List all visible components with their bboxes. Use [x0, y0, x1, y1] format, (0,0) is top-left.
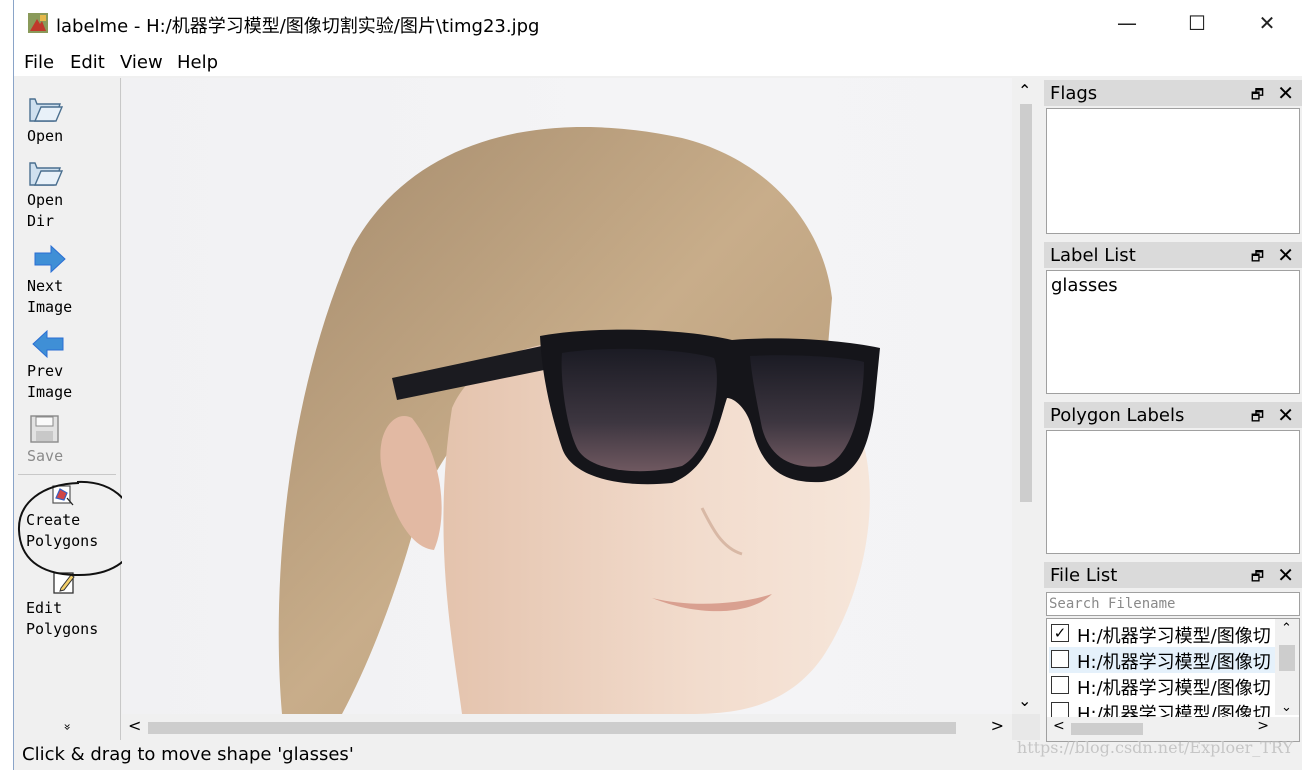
menu-file[interactable]: File [24, 52, 54, 73]
file-name: H:/机器学习模型/图像切 [1077, 626, 1271, 647]
flags-float-icon[interactable]: 🗗 [1251, 84, 1264, 108]
open-dir-button[interactable]: Open Dir [14, 158, 120, 232]
menu-bar: File Edit View Help [14, 46, 1302, 76]
edit-pencil-icon [53, 572, 75, 594]
create-polygons-label: Create Polygons [26, 511, 99, 550]
next-image-label: Next Image [27, 277, 73, 316]
file-list-dock: File List 🗗 ✕ ✓ H:/机器学习模型/图像切 H:/机器学习模型/… [1044, 562, 1302, 742]
toolbar-separator [18, 474, 116, 475]
menu-edit[interactable]: Edit [70, 52, 105, 73]
status-message: Click & drag to move shape 'glasses' [22, 744, 354, 765]
arrow-right-icon [34, 244, 66, 274]
file-list-item[interactable]: ✓ H:/机器学习模型/图像切 [1049, 621, 1275, 647]
file-list-item-selected[interactable]: H:/机器学习模型/图像切 [1049, 647, 1275, 673]
canvas-hscroll-thumb[interactable] [148, 722, 956, 734]
label-list-dock-header[interactable]: Label List 🗗 ✕ [1044, 242, 1302, 268]
toolbar-overflow-chevron[interactable]: » [61, 723, 75, 730]
labelme-window: labelme - H:/机器学习模型/图像切割实验/图片\timg23.jpg… [13, 0, 1302, 770]
label-list-title: Label List [1050, 245, 1136, 266]
tools-toolbar: Open Open Dir Next Image Prev Image Save… [14, 78, 121, 740]
file-list-vertical-scrollbar[interactable]: ⌃ ⌄ [1275, 619, 1299, 715]
file-name: H:/机器学习模型/图像切 [1077, 652, 1271, 673]
file-list-scroll-down-icon[interactable]: ⌄ [1281, 700, 1292, 715]
file-list-scroll-up-icon[interactable]: ⌃ [1281, 621, 1292, 636]
prev-image-label: Prev Image [27, 362, 73, 401]
maximize-button[interactable]: ☐ [1174, 8, 1220, 38]
menu-view[interactable]: View [120, 52, 163, 73]
edit-polygons-label: Edit Polygons [26, 599, 99, 638]
flags-dock: Flags 🗗 ✕ [1044, 80, 1302, 236]
label-list-float-icon[interactable]: 🗗 [1251, 246, 1264, 270]
minimize-button[interactable]: — [1104, 8, 1150, 38]
image-canvas[interactable] [122, 78, 1012, 714]
close-window-button[interactable]: ✕ [1244, 8, 1290, 38]
canvas-photo-woman-sunglasses [278, 127, 880, 714]
polygon-labels-float-icon[interactable]: 🗗 [1251, 406, 1264, 430]
edit-polygons-button[interactable]: Edit Polygons [14, 572, 120, 640]
create-polygons-button[interactable]: Create Polygons [14, 484, 120, 552]
file-checkbox[interactable] [1051, 650, 1069, 668]
next-image-button[interactable]: Next Image [14, 244, 120, 318]
file-list-scroll-left-icon[interactable]: < [1053, 718, 1065, 734]
polygon-labels-title: Polygon Labels [1050, 405, 1185, 426]
file-checkbox[interactable] [1051, 676, 1069, 694]
open-button[interactable]: Open [14, 94, 120, 147]
open-dir-label: Open Dir [27, 191, 64, 230]
labelme-app-icon [28, 13, 48, 33]
prev-image-button[interactable]: Prev Image [14, 329, 120, 403]
file-list-dock-header[interactable]: File List 🗗 ✕ [1044, 562, 1302, 588]
watermark-text: https://blog.csdn.net/Exploer_TRY [1016, 738, 1293, 757]
menu-help[interactable]: Help [177, 52, 218, 73]
file-list-vscroll-thumb[interactable] [1279, 645, 1295, 671]
label-item-glasses[interactable]: glasses [1051, 275, 1118, 296]
canvas-horizontal-scrollbar[interactable]: < > [122, 714, 1012, 740]
label-list-dock: Label List 🗗 ✕ glasses [1044, 242, 1302, 396]
title-bar: labelme - H:/机器学习模型/图像切割实验/图片\timg23.jpg… [14, 0, 1302, 46]
polygon-labels-close-icon[interactable]: ✕ [1277, 403, 1294, 427]
file-list-scroll-right-icon[interactable]: > [1257, 718, 1269, 734]
file-checkbox[interactable] [1051, 702, 1069, 717]
file-list-title: File List [1050, 565, 1118, 586]
polygon-labels-dock: Polygon Labels 🗗 ✕ [1044, 402, 1302, 556]
label-list-close-icon[interactable]: ✕ [1277, 243, 1294, 267]
scroll-up-icon[interactable]: ⌃ [1018, 81, 1031, 100]
label-list[interactable]: glasses [1046, 270, 1300, 394]
file-list-item[interactable]: H:/机器学习模型/图像切 [1049, 673, 1275, 699]
scroll-left-icon[interactable]: < [128, 716, 141, 735]
create-polygon-icon [52, 485, 74, 506]
save-button[interactable]: Save [14, 414, 120, 467]
flags-dock-header[interactable]: Flags 🗗 ✕ [1044, 80, 1302, 106]
scroll-right-icon[interactable]: > [991, 716, 1004, 735]
window-title: labelme - H:/机器学习模型/图像切割实验/图片\timg23.jpg [56, 16, 540, 37]
file-name: H:/机器学习模型/图像切 [1077, 704, 1271, 717]
open-dir-folder-icon [29, 162, 64, 186]
image-canvas-area[interactable]: ⌃ ⌄ < > [122, 78, 1040, 740]
canvas-vscroll-thumb[interactable] [1020, 104, 1032, 502]
polygon-labels-list[interactable] [1046, 430, 1300, 554]
flags-list[interactable] [1046, 108, 1300, 234]
search-filename-input[interactable] [1046, 592, 1300, 616]
polygon-labels-dock-header[interactable]: Polygon Labels 🗗 ✕ [1044, 402, 1302, 428]
file-list-float-icon[interactable]: 🗗 [1251, 566, 1264, 590]
file-checkbox-checked[interactable]: ✓ [1051, 624, 1069, 642]
arrow-left-icon [32, 329, 64, 359]
save-disk-icon [30, 415, 59, 443]
flags-title: Flags [1050, 83, 1098, 104]
file-name: H:/机器学习模型/图像切 [1077, 678, 1271, 699]
open-folder-icon [29, 98, 64, 122]
save-label: Save [27, 447, 64, 465]
file-list-item[interactable]: H:/机器学习模型/图像切 [1049, 699, 1275, 717]
file-list[interactable]: ✓ H:/机器学习模型/图像切 H:/机器学习模型/图像切 H:/机器学习模型/… [1046, 618, 1300, 742]
open-label: Open [27, 127, 64, 145]
scroll-down-icon[interactable]: ⌄ [1018, 691, 1031, 710]
file-list-close-icon[interactable]: ✕ [1277, 563, 1294, 587]
file-list-hscroll-thumb[interactable] [1071, 723, 1143, 735]
flags-close-icon[interactable]: ✕ [1277, 81, 1294, 105]
canvas-vertical-scrollbar[interactable]: ⌃ ⌄ [1012, 78, 1040, 714]
